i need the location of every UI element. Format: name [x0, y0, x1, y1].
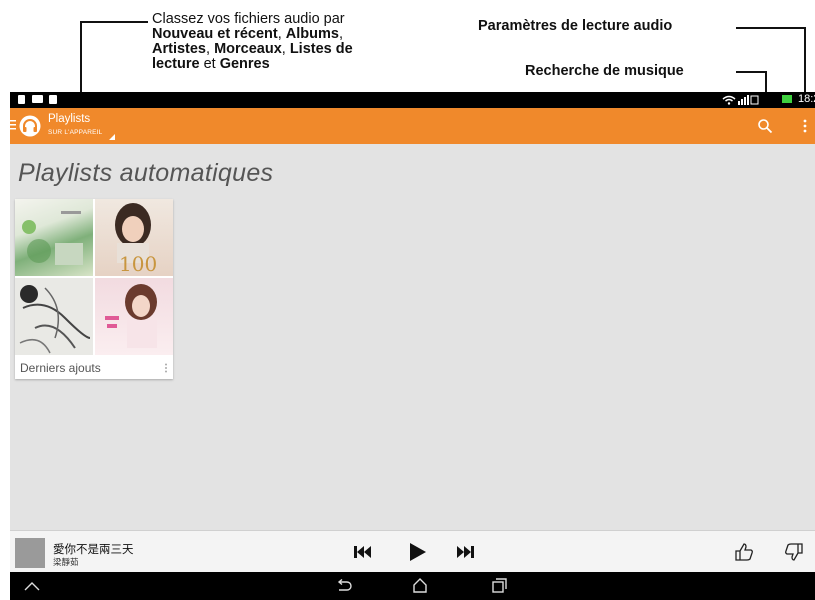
album-art-2: 100	[95, 199, 173, 276]
overflow-menu-icon[interactable]	[802, 118, 808, 134]
sort-option-playlists-2: lecture	[152, 56, 200, 72]
sort-option-new: Nouveau et récent	[152, 26, 278, 42]
search-callout-line-h	[736, 71, 766, 73]
settings-callout: Paramètres de lecture audio	[478, 18, 673, 34]
wifi-icon	[722, 95, 736, 105]
sort-option-albums: Albums	[285, 26, 339, 42]
action-bar-subtitle[interactable]: SUR L'APPAREIL	[48, 129, 103, 136]
hamburger-icon[interactable]	[10, 119, 16, 131]
thumbs-up-icon[interactable]	[734, 542, 754, 562]
play-icon[interactable]	[409, 542, 427, 562]
album-art-1	[15, 199, 93, 276]
sort-callout-line-h	[80, 21, 148, 23]
signal-icon	[738, 95, 759, 105]
clipboard-icon	[49, 95, 57, 104]
action-bar-title[interactable]: Playlists	[48, 113, 90, 125]
sort-option-genres: Genres	[219, 56, 270, 72]
recent-apps-icon[interactable]	[491, 578, 507, 594]
notification-icon	[18, 95, 25, 104]
hide-keyboard-icon[interactable]	[24, 581, 40, 591]
home-icon[interactable]	[412, 577, 428, 593]
thumbs-down-icon[interactable]	[784, 542, 804, 562]
now-playing-title: 愛你不是兩三天	[53, 544, 134, 556]
now-playing-bar[interactable]: 愛你不是兩三天 梁靜茹	[10, 530, 815, 573]
dropdown-corner-icon	[109, 134, 115, 140]
search-icon[interactable]	[757, 118, 773, 134]
sort-option-artists: Artistes	[152, 41, 206, 57]
navigation-bar	[10, 572, 815, 600]
status-bar: 18:2	[10, 92, 815, 108]
action-bar: Playlists SUR L'APPAREIL	[10, 108, 815, 144]
sort-option-tracks: Morceaux	[214, 41, 282, 57]
settings-callout-line-h	[736, 27, 805, 29]
back-icon[interactable]	[336, 579, 352, 593]
album-art-3	[15, 278, 93, 355]
playlist-card-label: Derniers ajouts	[20, 361, 101, 375]
status-time: 18:2	[798, 93, 815, 105]
skip-previous-icon[interactable]	[354, 545, 372, 559]
playlist-card[interactable]: 100 Derniers ajouts	[15, 199, 173, 379]
headphones-icon[interactable]	[19, 115, 41, 137]
battery-icon	[782, 95, 792, 103]
now-playing-thumbnail[interactable]	[15, 538, 45, 568]
gallery-icon	[32, 95, 43, 103]
search-callout: Recherche de musique	[525, 63, 684, 79]
section-title: Playlists automatiques	[18, 159, 274, 187]
album-art-2-text: 100	[119, 252, 157, 276]
now-playing-artist: 梁靜茹	[53, 557, 79, 567]
card-overflow-icon[interactable]	[164, 363, 168, 373]
album-art-4	[95, 278, 173, 355]
content-area: Playlists automatiques 100 Derniers ajou…	[10, 144, 815, 530]
sort-callout-intro: Classez vos fichiers audio par	[152, 11, 345, 27]
sort-option-playlists: Listes de	[289, 41, 353, 57]
skip-next-icon[interactable]	[456, 545, 474, 559]
sort-callout: Classez vos fichiers audio par Nouveau e…	[152, 11, 353, 72]
